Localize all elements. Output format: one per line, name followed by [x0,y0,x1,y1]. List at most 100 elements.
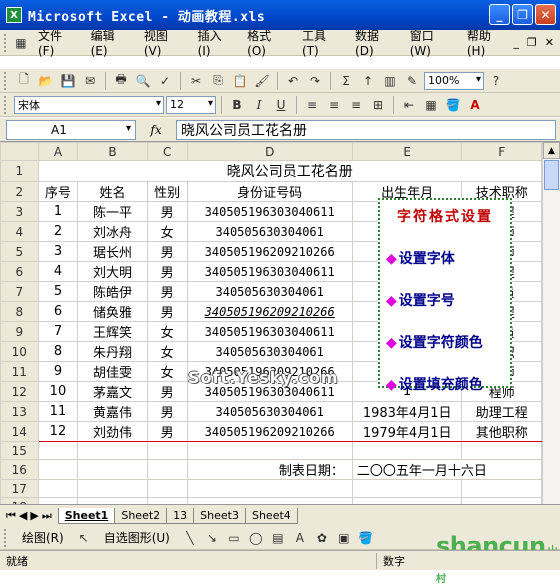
data-cell[interactable]: 储奂雅 [77,301,148,322]
empty-cell[interactable] [146,441,188,460]
empty-cell[interactable] [77,459,148,480]
row-header[interactable]: 11 [0,361,39,382]
zoom-select[interactable]: 100% [424,71,484,90]
data-cell[interactable]: 5 [37,281,79,302]
minimize-button[interactable]: _ [489,4,510,25]
excel-app-icon[interactable]: X [6,7,22,23]
empty-cell[interactable] [37,441,79,460]
sheet-title-cell[interactable]: 晓风公司员工花名册 [37,160,542,182]
open-icon[interactable]: 📂 [36,71,56,91]
empty-cell[interactable] [461,479,542,498]
row-header[interactable]: 17 [0,479,39,498]
rectangle-icon[interactable]: ▭ [224,528,244,548]
empty-cell[interactable] [37,459,79,480]
tab-sheet4[interactable]: Sheet4 [244,507,298,524]
help-icon[interactable]: ? [486,71,506,91]
autosum-icon[interactable]: Σ [336,71,356,91]
row-header[interactable]: 4 [0,221,39,242]
row-header[interactable]: 5 [0,241,39,262]
data-cell[interactable]: 12 [37,421,79,442]
menu-format[interactable]: 格式(O) [239,27,294,58]
data-cell[interactable]: 11 [37,401,79,422]
row-header[interactable]: 16 [0,459,39,480]
row-header[interactable]: 6 [0,261,39,282]
row-header[interactable]: 2 [0,181,39,202]
header-cell[interactable]: 性别 [146,181,188,202]
row-header[interactable]: 3 [0,201,39,222]
paste-icon[interactable]: 📋 [230,71,250,91]
data-cell[interactable]: 9 [37,361,79,382]
minimize-doc-icon[interactable]: _ [513,36,519,49]
data-cell[interactable]: 340505630304061 [186,341,353,362]
draw-menu[interactable]: 绘图(R) [14,529,72,546]
empty-cell[interactable] [461,441,542,460]
empty-cell[interactable] [146,479,188,498]
data-cell[interactable]: 黄嘉伟 [77,401,148,422]
empty-cell[interactable] [146,459,188,480]
data-cell[interactable]: 1983年4月1日 [351,401,463,422]
empty-cell[interactable] [351,479,463,498]
row-header[interactable]: 15 [0,441,39,460]
row-header[interactable]: 10 [0,341,39,362]
next-sheet-icon[interactable]: ▶ [30,509,38,523]
data-cell[interactable]: 男 [146,381,188,402]
data-cell[interactable]: 2 [37,221,79,242]
textbox-icon[interactable]: ▤ [268,528,288,548]
arrow-icon[interactable]: ↘ [202,528,222,548]
data-cell[interactable]: 男 [146,201,188,222]
menu-data[interactable]: 数据(D) [347,27,402,58]
data-cell[interactable]: 茅嘉文 [77,381,148,402]
close-button[interactable]: ✕ [535,4,556,25]
empty-cell[interactable] [186,479,353,498]
align-left-icon[interactable]: ≡ [302,95,322,115]
permission-icon[interactable]: ✉ [80,71,100,91]
merge-center-icon[interactable]: ⊞ [368,95,388,115]
data-cell[interactable]: 1 [37,201,79,222]
empty-cell[interactable] [351,441,463,460]
menu-tools[interactable]: 工具(T) [294,27,347,58]
row-header[interactable]: 13 [0,401,39,422]
tab-13[interactable]: 13 [166,507,195,524]
data-cell[interactable]: 340505630304061 [186,401,353,422]
menu-help[interactable]: 帮助(H) [459,27,514,58]
menu-window[interactable]: 窗口(W) [402,27,459,58]
tab-sheet1[interactable]: Sheet1 [57,507,116,524]
column-header[interactable]: D [186,142,353,161]
bold-icon[interactable]: B [227,95,247,115]
close-doc-icon[interactable]: ✕ [545,36,554,49]
borders-icon[interactable]: ▦ [421,95,441,115]
oval-icon[interactable]: ◯ [246,528,266,548]
data-cell[interactable]: 340505630304061 [186,221,353,242]
data-cell[interactable]: 女 [146,341,188,362]
align-right-icon[interactable]: ≡ [346,95,366,115]
cut-icon[interactable]: ✂ [186,71,206,91]
column-header[interactable]: E [351,142,463,161]
data-cell[interactable]: 助理工程 [461,401,542,422]
data-cell[interactable]: 3 [37,241,79,262]
data-cell[interactable]: 陈皓伊 [77,281,148,302]
header-cell[interactable]: 姓名 [77,181,148,202]
row-header[interactable]: 7 [0,281,39,302]
vertical-scrollbar[interactable]: ▲ [542,142,560,504]
data-cell[interactable]: 1979年4月1日 [351,421,463,442]
footer-date-cell[interactable]: 二〇〇五年一月十六日 [351,459,542,480]
data-cell[interactable]: 340505196303040611 [186,321,353,342]
spelling-icon[interactable]: ✓ [155,71,175,91]
workbook-icon[interactable]: ▦ [12,33,30,53]
picture-icon[interactable]: ▣ [334,528,354,548]
wordart-icon[interactable]: A [290,528,310,548]
data-cell[interactable]: 刘冰舟 [77,221,148,242]
data-cell[interactable]: 340505196209210266 [186,301,353,322]
redo-icon[interactable]: ↷ [305,71,325,91]
menu-file[interactable]: 文件(F) [30,27,83,58]
data-cell[interactable]: 340505196303040611 [186,261,353,282]
sort-ascending-icon[interactable]: ↑ [358,71,378,91]
row-header[interactable]: 1 [0,160,39,182]
tab-sheet2[interactable]: Sheet2 [114,507,168,524]
data-cell[interactable]: 男 [146,241,188,262]
empty-cell[interactable] [77,441,148,460]
select-all-corner[interactable] [0,142,39,161]
print-icon[interactable]: 🖶 [111,71,131,91]
data-cell[interactable]: 女 [146,221,188,242]
data-cell[interactable]: 8 [37,341,79,362]
